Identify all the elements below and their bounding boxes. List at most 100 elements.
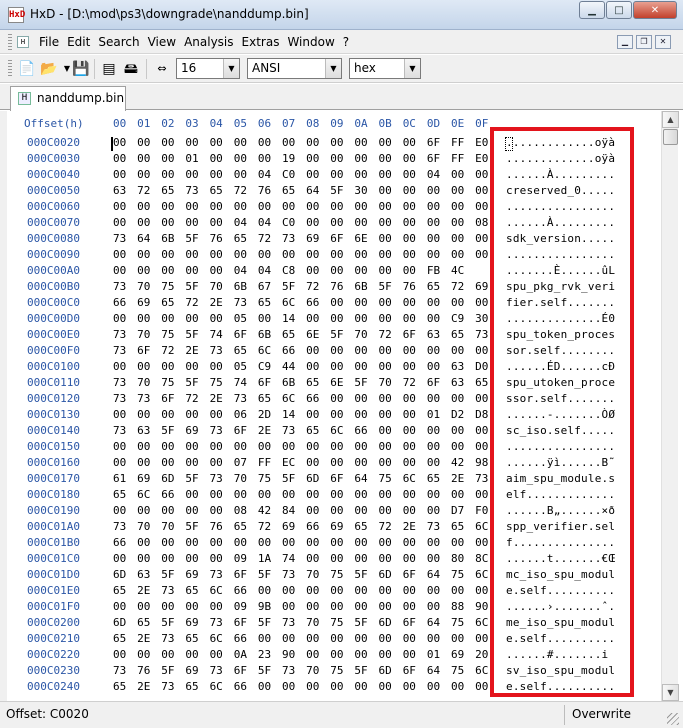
hex-byte[interactable]: 6F (330, 232, 354, 245)
hex-byte[interactable]: EC (282, 456, 306, 469)
hex-byte[interactable]: 00 (354, 168, 378, 181)
row-ascii-text[interactable]: sv_iso_spu_modul (506, 664, 615, 677)
hex-byte[interactable]: 75 (451, 568, 475, 581)
hex-byte[interactable]: 73 (210, 664, 234, 677)
hex-byte[interactable]: 00 (354, 552, 378, 565)
hex-byte[interactable]: 00 (210, 248, 234, 261)
hex-byte[interactable]: 65 (185, 632, 209, 645)
hex-byte[interactable]: 00 (161, 360, 185, 373)
hex-byte[interactable]: 00 (403, 168, 427, 181)
hex-byte[interactable]: 00 (306, 408, 330, 421)
hex-byte[interactable]: 90 (282, 648, 306, 661)
hex-byte[interactable]: 75 (330, 664, 354, 677)
hex-byte[interactable]: 06 (234, 408, 258, 421)
hex-byte[interactable]: 65 (113, 680, 137, 693)
hex-byte[interactable]: 00 (403, 344, 427, 357)
hex-byte[interactable]: 00 (475, 424, 499, 437)
row-ascii-text[interactable]: ......ÿì......B˜ (506, 456, 615, 469)
hex-byte[interactable]: 6F (234, 424, 258, 437)
table-row[interactable]: 000C0230 73 76 5F 69 73 6F 5F 73 70 75 5F 6D 6F 64 75 6C… (7, 664, 647, 680)
hex-byte[interactable]: 73 (113, 280, 137, 293)
hex-byte[interactable]: 72 (451, 280, 475, 293)
hex-byte[interactable]: 00 (330, 408, 354, 421)
hex-byte[interactable]: 00 (379, 136, 403, 149)
hex-byte[interactable]: 66 (282, 344, 306, 357)
hex-byte[interactable]: 63 (427, 328, 451, 341)
hex-byte[interactable]: 70 (161, 520, 185, 533)
hex-byte[interactable]: 01 (427, 408, 451, 421)
hex-byte[interactable]: 65 (306, 376, 330, 389)
hex-byte[interactable]: 00 (403, 504, 427, 517)
hex-byte[interactable]: 63 (451, 360, 475, 373)
hex-byte[interactable]: 00 (330, 216, 354, 229)
hex-byte[interactable]: 00 (330, 136, 354, 149)
hex-byte[interactable]: 00 (403, 200, 427, 213)
hex-byte[interactable]: 00 (210, 536, 234, 549)
hex-byte[interactable]: 69 (185, 616, 209, 629)
hex-byte[interactable]: 73 (475, 328, 499, 341)
hex-byte[interactable]: 00 (306, 248, 330, 261)
hex-byte[interactable]: 00 (161, 408, 185, 421)
table-row[interactable]: 000C01E0 65 2E 73 65 6C 66 00 00 00 00 00 00 00 00 00 00… (7, 584, 647, 600)
hex-byte[interactable]: 65 (451, 520, 475, 533)
table-row[interactable]: 000C0190 00 00 00 00 00 08 42 84 00 00 00 00 00 00 D7 F0… (7, 504, 647, 520)
hex-byte[interactable]: 00 (403, 632, 427, 645)
hex-byte[interactable]: 6F (427, 376, 451, 389)
hex-byte[interactable]: 00 (137, 504, 161, 517)
hex-byte[interactable]: 00 (475, 632, 499, 645)
table-row[interactable]: 000C0090 00 00 00 00 00 00 00 00 00 00 00 00 00 00 00 00… (7, 248, 647, 264)
hex-byte[interactable]: 04 (258, 168, 282, 181)
hex-byte[interactable]: 4C (451, 264, 475, 277)
hex-byte[interactable]: 00 (427, 504, 451, 517)
hex-byte[interactable]: 00 (185, 504, 209, 517)
hex-byte[interactable]: 66 (234, 584, 258, 597)
bytes-per-row-select[interactable]: 16 ▼ (176, 58, 240, 79)
hex-byte[interactable]: 69 (137, 472, 161, 485)
hex-byte[interactable]: 00 (451, 216, 475, 229)
hex-byte[interactable]: 00 (258, 440, 282, 453)
hex-byte[interactable]: 69 (137, 296, 161, 309)
hex-byte[interactable]: 6E (306, 328, 330, 341)
hex-byte[interactable]: 6F (234, 568, 258, 581)
table-row[interactable]: 000C0130 00 00 00 00 00 06 2D 14 00 00 00 00 00 01 D2 D8… (7, 408, 647, 424)
menu-edit[interactable]: Edit (64, 35, 95, 49)
table-row[interactable]: 000C0240 65 2E 73 65 6C 66 00 00 00 00 00 00 00 00 00 00… (7, 680, 647, 696)
hex-byte[interactable]: 00 (403, 536, 427, 549)
menu-window[interactable]: Window (284, 35, 339, 49)
hex-byte[interactable]: 00 (306, 440, 330, 453)
hex-byte[interactable]: 00 (379, 488, 403, 501)
menu-view[interactable]: View (145, 35, 181, 49)
hex-byte[interactable]: 00 (258, 536, 282, 549)
row-ascii-text[interactable]: ......À......... (506, 168, 615, 181)
chevron-down-icon[interactable]: ▼ (404, 59, 420, 78)
hex-byte[interactable]: 00 (282, 600, 306, 613)
hex-byte[interactable]: 75 (210, 376, 234, 389)
hex-byte[interactable]: 84 (282, 504, 306, 517)
hex-byte[interactable]: 00 (427, 680, 451, 693)
hex-byte[interactable]: 65 (113, 488, 137, 501)
hex-byte[interactable]: 00 (185, 360, 209, 373)
hex-byte[interactable]: 6D (161, 472, 185, 485)
hex-byte[interactable]: 00 (379, 632, 403, 645)
hex-byte[interactable]: 00 (185, 200, 209, 213)
hex-byte[interactable]: 04 (258, 216, 282, 229)
close-button[interactable]: ✕ (633, 1, 677, 19)
hex-byte[interactable]: 00 (234, 488, 258, 501)
hex-byte[interactable]: 00 (113, 552, 137, 565)
hex-byte[interactable]: 00 (475, 584, 499, 597)
hex-byte[interactable]: 2E (258, 424, 282, 437)
hex-byte[interactable]: 5F (354, 376, 378, 389)
menu-grip-handle[interactable] (8, 34, 12, 50)
hex-byte[interactable]: 00 (427, 248, 451, 261)
hex-byte[interactable]: 5F (185, 232, 209, 245)
hex-byte[interactable]: 73 (161, 680, 185, 693)
hex-byte[interactable]: 6B (258, 328, 282, 341)
hex-byte[interactable]: 00 (451, 168, 475, 181)
hex-byte[interactable]: 00 (379, 600, 403, 613)
hex-byte[interactable]: 1A (258, 552, 282, 565)
hex-byte[interactable]: 00 (258, 632, 282, 645)
hex-byte[interactable]: 00 (354, 648, 378, 661)
hex-byte[interactable]: 5F (161, 664, 185, 677)
hex-byte[interactable]: 00 (210, 152, 234, 165)
hex-byte[interactable]: 00 (403, 552, 427, 565)
